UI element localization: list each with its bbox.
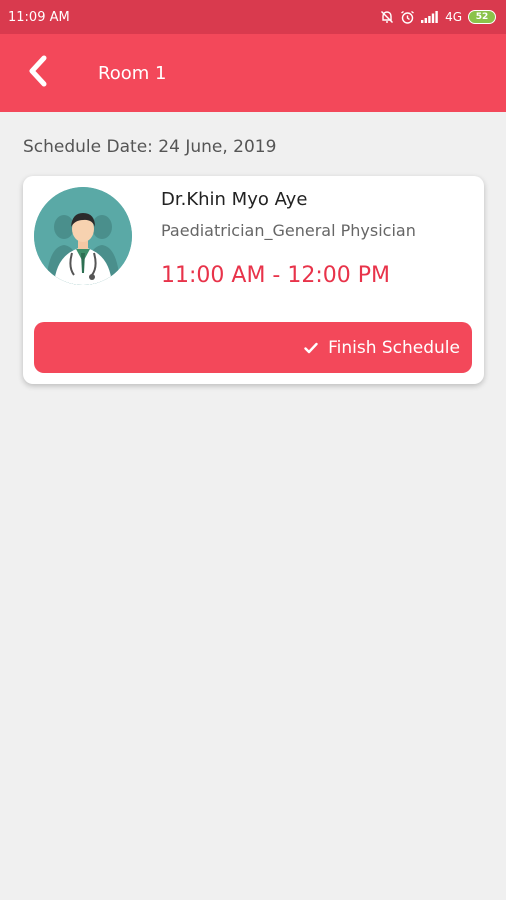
finish-schedule-button[interactable]: Finish Schedule <box>34 322 472 373</box>
alarm-icon <box>400 10 415 25</box>
doctor-avatar <box>34 187 132 285</box>
back-arrow-icon <box>27 54 49 92</box>
appointment-time: 11:00 AM - 12:00 PM <box>161 263 390 288</box>
battery-icon: 52 <box>468 10 496 24</box>
status-icons: 4G 52 <box>380 10 496 25</box>
bell-off-icon <box>380 10 394 24</box>
status-bar: 11:09 AM 4G 52 <box>0 0 506 34</box>
network-type: 4G <box>445 10 462 24</box>
doctor-name: Dr.Khin Myo Aye <box>161 189 308 210</box>
signal-icon <box>421 11 439 23</box>
back-button[interactable] <box>0 34 78 112</box>
finish-schedule-label: Finish Schedule <box>328 337 460 358</box>
status-time: 11:09 AM <box>8 9 70 25</box>
schedule-card: Dr.Khin Myo Aye Paediatrician_General Ph… <box>23 176 484 384</box>
battery-level: 52 <box>475 12 489 22</box>
schedule-date: Schedule Date: 24 June, 2019 <box>23 137 277 157</box>
doctor-speciality: Paediatrician_General Physician <box>161 221 416 240</box>
app-bar: Room 1 <box>0 34 506 112</box>
page-title: Room 1 <box>98 62 167 84</box>
check-icon <box>304 342 318 354</box>
